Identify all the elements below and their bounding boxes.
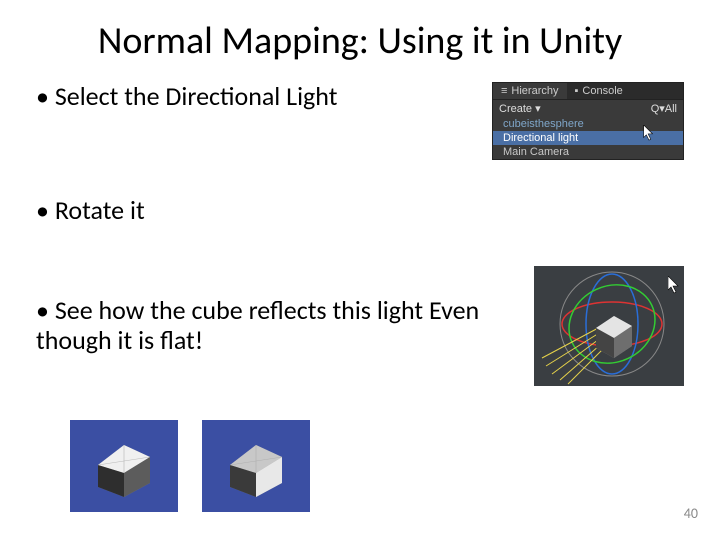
tab-console[interactable]: ▪ Console — [567, 83, 631, 99]
hierarchy-icon: ≡ — [501, 85, 507, 97]
bullet-row-2: Rotate it — [36, 196, 684, 226]
unity-scene-rotate-gizmo — [534, 266, 684, 386]
hierarchy-tabs: ≡ Hierarchy ▪ Console — [493, 83, 683, 100]
cube-example-2 — [202, 420, 310, 512]
slide: Normal Mapping: Using it in Unity Select… — [0, 0, 720, 540]
cube-example-1 — [70, 420, 178, 512]
console-icon: ▪ — [575, 85, 579, 97]
page-number: 40 — [684, 505, 698, 522]
tab-console-label: Console — [582, 85, 622, 97]
create-dropdown[interactable]: Create ▾ — [499, 102, 541, 115]
rotate-gizmo-svg — [534, 266, 684, 386]
bullet-2-text: Rotate it — [36, 196, 684, 226]
hierarchy-item-main-camera[interactable]: Main Camera — [493, 145, 683, 159]
cursor-icon — [643, 125, 655, 141]
search-filter[interactable]: Q▾All — [651, 102, 677, 115]
create-label: Create — [499, 103, 532, 115]
tab-hierarchy-label: Hierarchy — [511, 85, 558, 97]
bullet-row-1: Select the Directional Light ≡ Hierarchy… — [36, 82, 684, 160]
cube-2-svg — [216, 431, 296, 501]
cube-examples-row — [70, 420, 334, 512]
bullet-1-text: Select the Directional Light — [36, 82, 492, 112]
hierarchy-toolbar: Create ▾ Q▾All — [493, 100, 683, 117]
bullet-3-text: See how the cube reflects this light Eve… — [36, 296, 534, 356]
unity-hierarchy-panel: ≡ Hierarchy ▪ Console Create ▾ Q▾All cub… — [492, 82, 684, 160]
bullet-row-3: See how the cube reflects this light Eve… — [36, 266, 684, 386]
gizmo-cube — [596, 316, 632, 358]
tab-hierarchy[interactable]: ≡ Hierarchy — [493, 83, 567, 99]
cursor-icon — [668, 276, 680, 294]
slide-title: Normal Mapping: Using it in Unity — [36, 18, 684, 64]
cube-1-svg — [84, 431, 164, 501]
